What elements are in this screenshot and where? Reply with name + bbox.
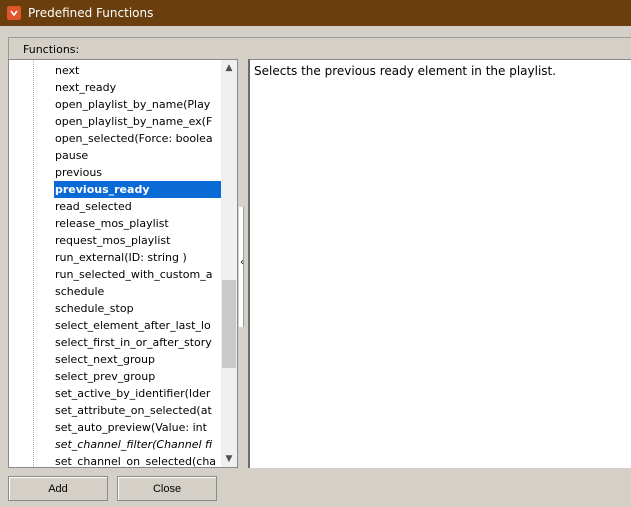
vertical-scrollbar[interactable]: ▲ ▼ xyxy=(221,60,237,467)
list-item[interactable]: open_selected(Force: boolea xyxy=(55,130,221,147)
functions-panel-header: Functions: xyxy=(8,37,631,59)
list-item[interactable]: previous_ready xyxy=(54,181,221,198)
list-item[interactable]: run_external(ID: string ) xyxy=(55,249,221,266)
list-item[interactable]: open_playlist_by_name_ex(F xyxy=(55,113,221,130)
scroll-down-icon[interactable]: ▼ xyxy=(221,451,237,467)
list-item[interactable]: next_ready xyxy=(55,79,221,96)
list-item[interactable]: schedule_stop xyxy=(55,300,221,317)
list-item[interactable]: set_active_by_identifier(Ider xyxy=(55,385,221,402)
list-item[interactable]: request_mos_playlist xyxy=(55,232,221,249)
list-item[interactable]: schedule xyxy=(55,283,221,300)
functions-list-items: next next_ready open_playlist_by_name(Play… xyxy=(54,62,221,467)
list-item[interactable]: release_mos_playlist xyxy=(55,215,221,232)
functions-list[interactable]: next next_ready open_playlist_by_name(Play… xyxy=(8,59,238,468)
list-item[interactable]: select_next_group xyxy=(55,351,221,368)
list-item[interactable]: set_auto_preview(Value: int xyxy=(55,419,221,436)
list-item[interactable]: read_selected xyxy=(55,198,221,215)
list-item[interactable]: open_playlist_by_name(Play xyxy=(55,96,221,113)
scrollbar-thumb[interactable] xyxy=(222,280,236,368)
list-item[interactable]: previous xyxy=(55,164,221,181)
title-bar: Predefined Functions xyxy=(0,0,631,26)
list-item[interactable]: select_first_in_or_after_story xyxy=(55,334,221,351)
window-title: Predefined Functions xyxy=(28,6,154,20)
panel-splitter[interactable]: ‹ xyxy=(238,59,248,468)
description-pane: Selects the previous ready element in th… xyxy=(248,59,631,468)
list-item[interactable]: select_element_after_last_lo xyxy=(55,317,221,334)
list-item[interactable]: set_channel_filter(Channel fi xyxy=(55,436,221,453)
app-icon xyxy=(7,6,21,20)
scroll-up-icon[interactable]: ▲ xyxy=(221,60,237,76)
list-item[interactable]: set_attribute_on_selected(at xyxy=(55,402,221,419)
list-item[interactable]: run_selected_with_custom_a xyxy=(55,266,221,283)
list-item[interactable]: select_prev_group xyxy=(55,368,221,385)
collapse-arrow-icon[interactable]: ‹ xyxy=(240,257,244,268)
functions-label: Functions: xyxy=(23,43,80,56)
list-item[interactable]: set_channel_on_selected(cha xyxy=(55,453,221,467)
list-item[interactable]: next xyxy=(55,62,221,79)
tree-guide-line xyxy=(33,60,34,467)
description-text: Selects the previous ready element in th… xyxy=(254,64,557,78)
close-button[interactable]: Close xyxy=(117,476,217,501)
add-button[interactable]: Add xyxy=(8,476,108,501)
list-item[interactable]: pause xyxy=(55,147,221,164)
